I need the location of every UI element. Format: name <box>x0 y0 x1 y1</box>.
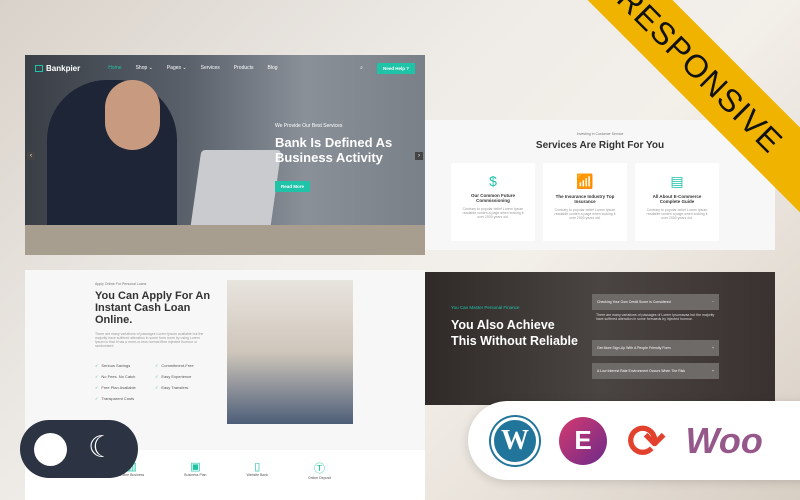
plus-icon: + <box>711 369 714 373</box>
plus-icon: + <box>711 346 714 350</box>
services-section: Investing In Customer Service Services A… <box>425 120 775 250</box>
feature-website-bank[interactable]: ▯ Website Bank <box>246 460 268 500</box>
hero-title: Bank Is Defined As Business Activity <box>275 135 393 165</box>
card-title: All About E-Commerce Complete Guide <box>652 194 702 204</box>
feature-label: Website Bank <box>246 473 269 477</box>
loan-desc: There are many variations of passages Lo… <box>95 332 204 348</box>
read-more-button[interactable]: Read More <box>275 181 311 192</box>
accordion-label: Checking Your Own Credit Score Is Consid… <box>597 300 671 304</box>
growth-chart-icon: 📶 <box>576 173 594 189</box>
card-desc: Contrary to popular belief Lorem Ipsum r… <box>554 208 616 220</box>
hero-image-desk <box>25 225 425 255</box>
loan-title: You Can Apply For An Instant Cash Loan O… <box>95 290 211 326</box>
plugin-badges: W E ⟳ Woo <box>468 401 800 480</box>
achieve-title: You Also Achieve This Without Reliable <box>451 318 578 348</box>
accordion-item[interactable]: Checking Your Own Credit Score Is Consid… <box>592 294 719 310</box>
feature-item: Commitment-Free <box>155 363 215 368</box>
next-slide-icon[interactable]: › <box>415 152 423 160</box>
feature-label: Business Plan <box>184 473 207 477</box>
nav-pages[interactable]: Pages ⌄ <box>167 65 187 71</box>
service-card[interactable]: ▤ All About E-Commerce Complete Guide Cont… <box>635 163 719 241</box>
nav-services[interactable]: Services <box>201 65 220 71</box>
card-title: The Insurance Industry Top Insurance <box>555 194 615 204</box>
nav-blog[interactable]: Blog <box>268 65 278 71</box>
brand-logo[interactable]: Bankpier <box>35 64 80 73</box>
woocommerce-icon: Woo <box>685 419 763 461</box>
accordion-label: Get More Sign-Up With A People Friendly … <box>597 346 671 350</box>
feature-item: Transparent Costs <box>95 396 155 401</box>
nav-home[interactable]: Home <box>108 65 121 71</box>
need-help-button[interactable]: Need Help ? <box>376 62 415 74</box>
sync-icon: ⟳ <box>627 414 666 467</box>
card-desc: Contrary to popular belief Lorem Ipsum r… <box>646 208 708 220</box>
couple-photo <box>227 280 353 424</box>
service-card[interactable]: 📶 The Insurance Industry Top Insurance Con… <box>543 163 627 241</box>
hero-section: Bankpier Home Shop ⌄ Pages ⌄ Services Pr… <box>25 55 425 255</box>
hero-subtitle: We Provide Our Best Services <box>275 123 343 129</box>
feature-item: Serious Savings <box>95 363 155 368</box>
moon-icon: ☾ <box>88 431 115 464</box>
feature-item: Free Plan Available <box>95 385 155 390</box>
achieve-section: You Can Master Personal Finance You Also… <box>425 272 775 405</box>
feature-item: No Fees. No Catch <box>95 374 155 379</box>
accordion-answer: There are many variations of passages of… <box>596 313 715 321</box>
feature-business-plan[interactable]: ▣ Business Plan <box>184 460 206 500</box>
accordion-item[interactable]: Get More Sign-Up With A People Friendly … <box>592 340 719 356</box>
nav-products[interactable]: Products <box>234 65 254 71</box>
main-nav: Bankpier Home Shop ⌄ Pages ⌄ Services Pr… <box>25 55 425 81</box>
loan-kicker: Apply Online For Personal Loans <box>95 282 147 286</box>
nav-shop[interactable]: Shop ⌄ <box>136 65 153 71</box>
wordpress-icon: W <box>491 416 539 465</box>
prev-slide-icon[interactable]: ‹ <box>27 152 35 160</box>
service-card[interactable]: $ Our Common Future Commissioning Contrary… <box>451 163 535 241</box>
dollar-cycle-icon: $ <box>489 173 497 189</box>
document-icon: ▤ <box>670 173 684 189</box>
feature-label: Online Deposit <box>308 476 331 480</box>
accordion-label: A Low Interest Rate Environment Occurs W… <box>597 369 686 373</box>
hero-image-head <box>105 80 160 150</box>
accordion-item[interactable]: A Low Interest Rate Environment Occurs W… <box>592 363 719 379</box>
services-title: Services Are Right For You <box>535 140 665 151</box>
atm-icon: Ⓣ <box>314 463 325 475</box>
feature-online-deposit[interactable]: Ⓣ Online Deposit <box>308 460 331 500</box>
elementor-icon: E <box>559 416 607 465</box>
bank-icon <box>35 64 43 72</box>
search-icon[interactable]: ⌕ <box>360 65 363 71</box>
feature-list: Serious Savings Commitment-Free No Fees.… <box>95 363 215 401</box>
feature-item: Easy Transfers <box>155 385 215 390</box>
card-desc: Contrary to popular belief Lorem Ipsum r… <box>462 207 524 219</box>
mobile-icon: ▯ <box>254 461 261 473</box>
card-title: Our Common Future Commissioning <box>471 193 515 203</box>
briefcase-icon: ▣ <box>190 461 201 473</box>
feature-item: Easy Experience <box>155 374 215 379</box>
achieve-kicker: You Can Master Personal Finance <box>451 305 520 310</box>
toggle-knob <box>34 433 67 466</box>
dark-mode-toggle[interactable]: ☾ <box>20 420 138 478</box>
minus-icon: − <box>711 300 714 304</box>
